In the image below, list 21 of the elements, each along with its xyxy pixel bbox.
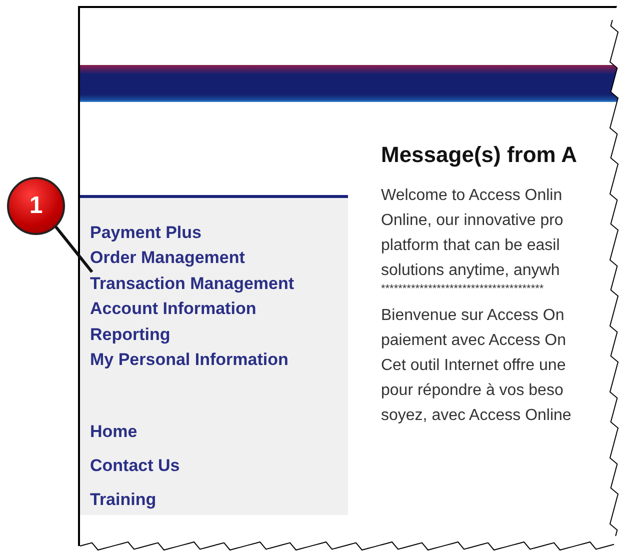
callout-marker: 1 [7,177,65,235]
nav-link[interactable]: Payment Plus [90,220,202,246]
message-text: solutions anytime, anywh [381,261,560,281]
messages-heading: Message(s) from A [381,142,578,168]
nav-link[interactable]: Order Management [90,245,245,271]
nav-link[interactable]: My Personal Information [90,347,288,372]
separator-text: ************************************** [381,283,544,295]
footer-link[interactable]: Contact Us [90,449,180,484]
message-text: pour répondre à vos beso [381,381,564,401]
nav-link[interactable]: Account Information [90,296,256,322]
footer-link[interactable]: Training [90,483,156,518]
message-text: soyez, avec Access Online [381,406,572,426]
message-text: Online, our innovative pro [381,211,564,231]
message-text: Welcome to Access Onlin [381,186,562,206]
nav-link[interactable]: Reporting [90,322,170,348]
message-text: paiement avec Access On [381,331,566,351]
footer-link[interactable]: Home [90,415,138,450]
nav-link[interactable]: Transaction Management [90,270,294,296]
message-text: Bienvenue sur Access On [381,306,564,326]
message-text: platform that can be easil [381,236,560,256]
message-text: Cet outil Internet offre une [381,356,566,376]
